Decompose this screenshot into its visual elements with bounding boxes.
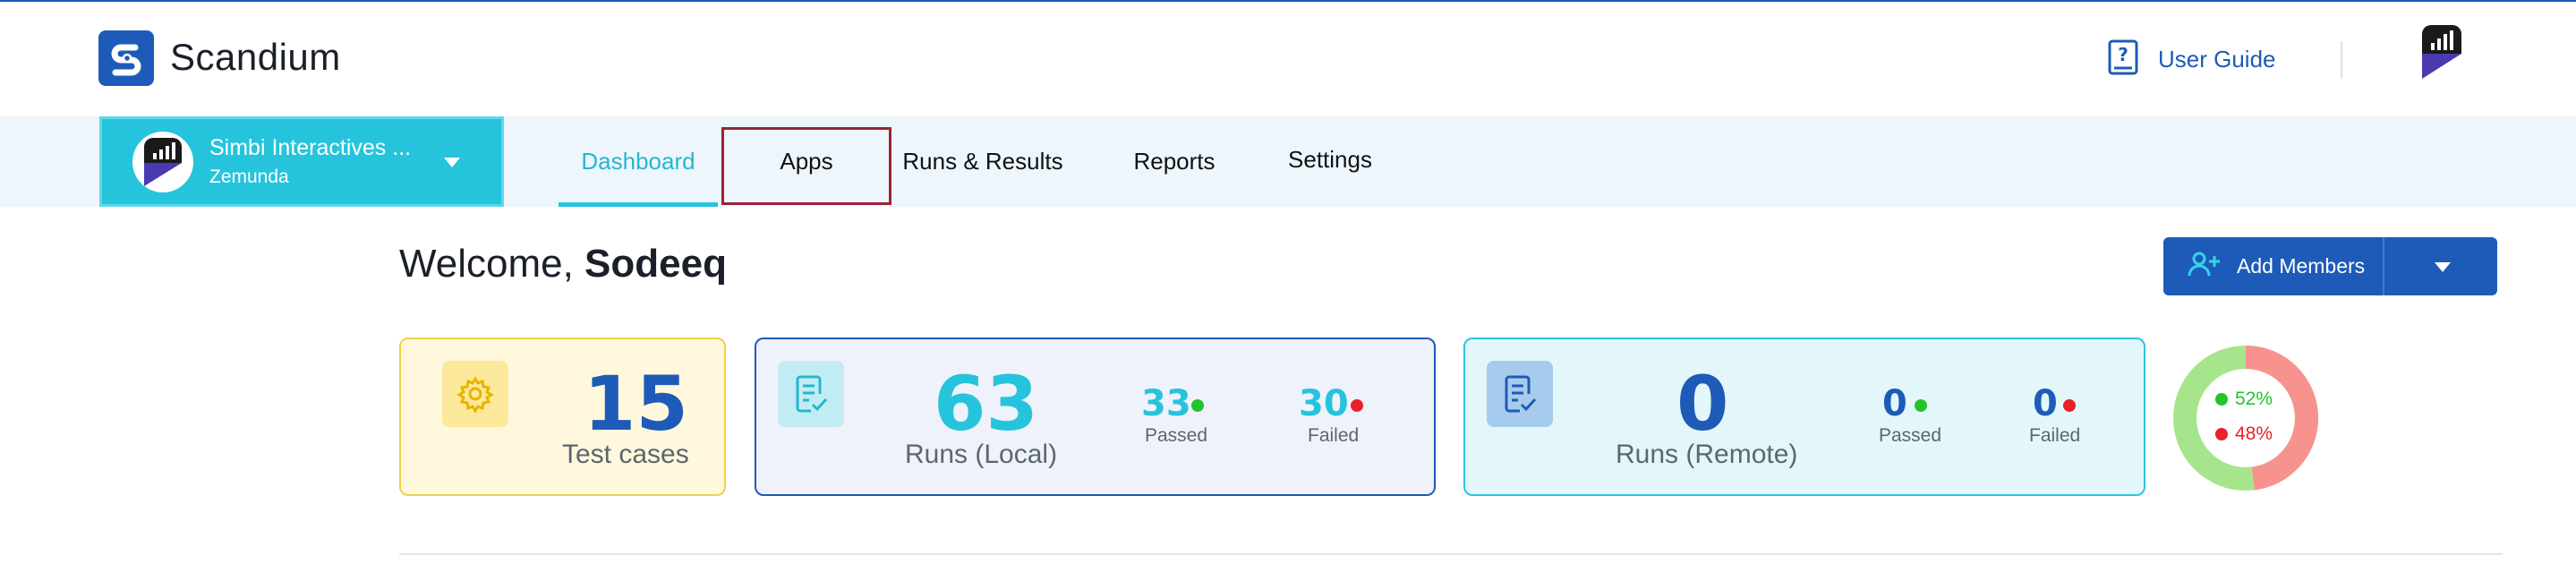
donut-failed-pct: 48% — [2235, 423, 2273, 444]
pass-fail-donut: 52% 48% — [2172, 345, 2319, 491]
user-guide-label: User Guide — [2158, 46, 2276, 73]
app-name: Scandium — [170, 36, 341, 78]
runs-local-failed-count: 30 — [1299, 383, 1349, 424]
runs-remote-passed-count: 0 — [1882, 383, 1907, 424]
passed-dot — [1915, 399, 1927, 412]
failed-dot — [2215, 428, 2228, 440]
runs-local-count: 63 — [934, 360, 1038, 448]
organization-switcher[interactable]: Simbi Interactives ... Zemunda — [99, 116, 504, 207]
failed-dot — [1351, 399, 1363, 412]
runs-local-passed-label: Passed — [1145, 425, 1208, 446]
add-members-button[interactable]: Add Members — [2163, 237, 2497, 295]
tab-reports[interactable]: Reports — [1110, 116, 1239, 207]
chevron-down-icon[interactable] — [2435, 262, 2451, 272]
checklist-icon — [1487, 361, 1553, 427]
runs-remote-count: 0 — [1676, 360, 1729, 448]
chevron-down-icon — [444, 158, 460, 167]
user-avatar[interactable] — [2418, 23, 2465, 82]
runs-remote-passed-label: Passed — [1879, 425, 1942, 446]
donut-failed-legend: 48% — [2215, 423, 2273, 445]
scandium-logo-icon[interactable] — [98, 30, 154, 86]
runs-local-card[interactable]: 63 Runs (Local) 33 Passed 30 Failed — [755, 338, 1436, 496]
test-cases-card[interactable]: 15 Test cases — [399, 338, 726, 496]
test-cases-label: Test cases — [562, 440, 689, 469]
svg-text:?: ? — [2118, 44, 2128, 65]
welcome-greeting: Welcome, — [399, 242, 574, 286]
gear-icon — [442, 361, 508, 427]
welcome-heading: Welcome, Sodeeq — [399, 242, 727, 286]
donut-passed-legend: 52% — [2215, 389, 2273, 410]
section-divider — [399, 553, 2503, 555]
user-plus-icon — [2187, 251, 2222, 283]
tab-settings[interactable]: Settings — [1269, 115, 1391, 205]
add-members-label: Add Members — [2237, 254, 2366, 278]
main-navbar: Simbi Interactives ... Zemunda Dashboard… — [0, 116, 2576, 207]
org-subtitle: Zemunda — [209, 167, 289, 187]
runs-local-label: Runs (Local) — [905, 440, 1058, 469]
org-avatar — [132, 131, 193, 192]
tab-dashboard[interactable]: Dashboard — [559, 116, 718, 207]
test-cases-count: 15 — [584, 360, 688, 448]
user-guide-link[interactable]: ? User Guide — [2108, 39, 2276, 80]
donut-passed-pct: 52% — [2235, 389, 2273, 409]
app-header: Scandium ? User Guide — [0, 2, 2576, 116]
runs-remote-failed-label: Failed — [2029, 425, 2081, 446]
button-split-divider — [2383, 237, 2384, 295]
failed-dot — [2063, 399, 2076, 412]
tab-runs-results[interactable]: Runs & Results — [891, 116, 1074, 207]
tab-apps[interactable]: Apps — [723, 116, 890, 207]
runs-remote-card[interactable]: 0 Runs (Remote) 0 Passed 0 Failed — [1463, 338, 2145, 496]
runs-remote-label: Runs (Remote) — [1616, 440, 1798, 469]
runs-local-failed-label: Failed — [1308, 425, 1360, 446]
passed-dot — [2215, 393, 2228, 406]
welcome-username: Sodeeq — [584, 242, 727, 286]
org-name: Simbi Interactives ... — [209, 135, 412, 160]
runs-remote-failed-count: 0 — [2033, 383, 2058, 424]
runs-local-passed-count: 33 — [1141, 383, 1191, 424]
question-book-icon: ? — [2108, 39, 2138, 80]
header-divider — [2341, 41, 2342, 79]
passed-dot — [1191, 399, 1204, 412]
checklist-icon — [778, 361, 844, 427]
